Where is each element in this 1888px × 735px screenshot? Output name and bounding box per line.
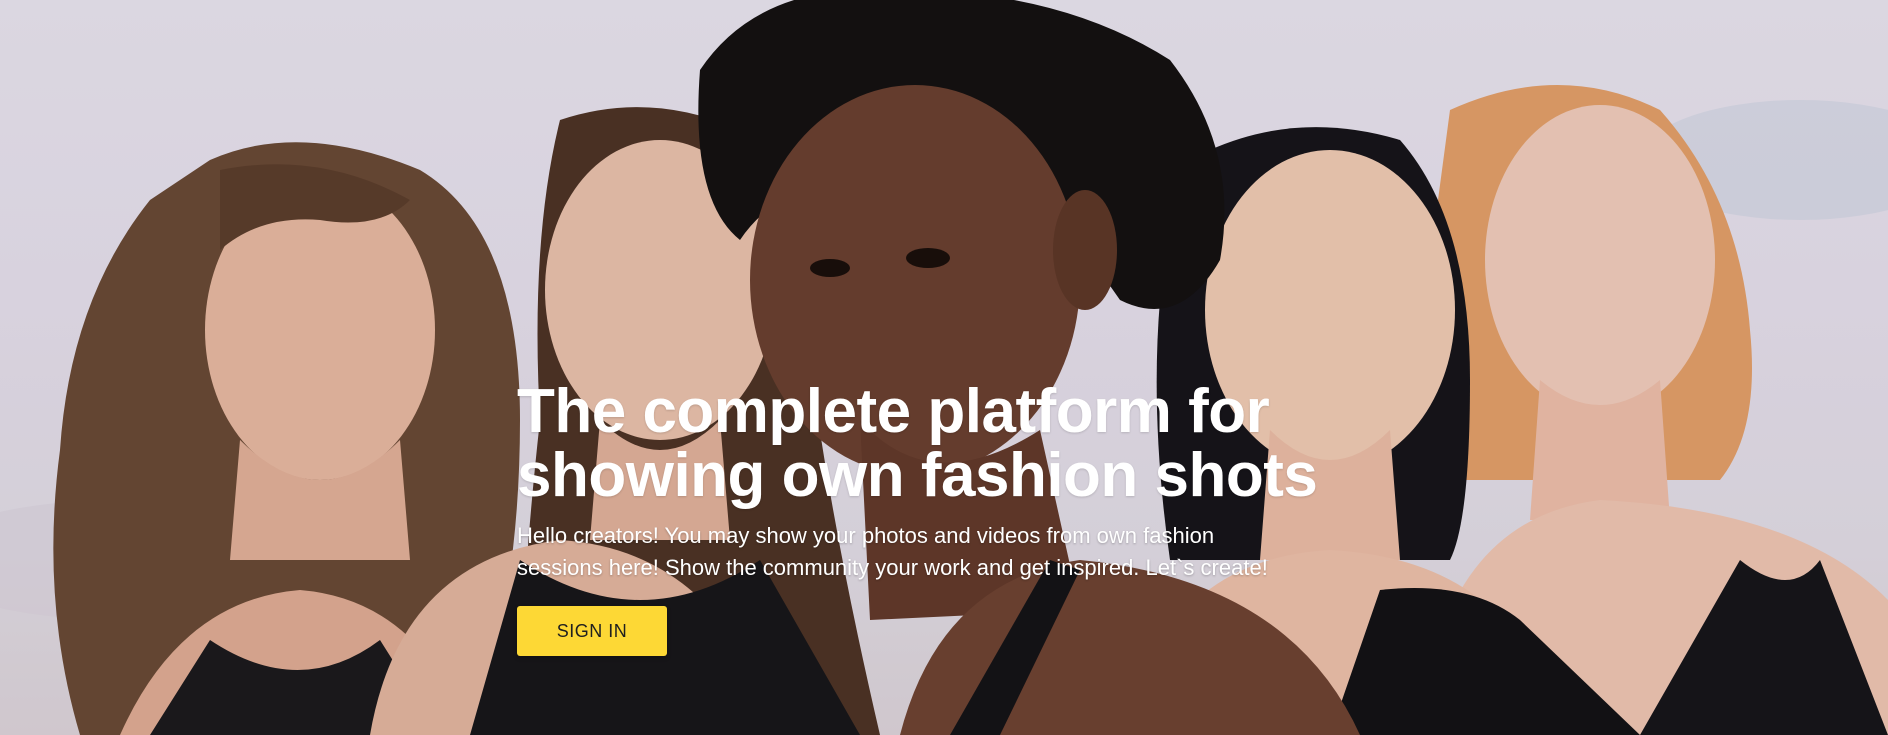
hero-subtext-line-1: Hello creators! You may show your photos… — [517, 523, 1215, 548]
hero-subtext: Hello creators! You may show your photos… — [517, 520, 1397, 584]
hero-headline-line-2: showing own fashion shots — [517, 441, 1318, 510]
hero-subtext-line-2: sessions here! Show the community your w… — [517, 555, 1268, 580]
hero-content: The complete platform for showing own fa… — [517, 380, 1417, 656]
hero-section: The complete platform for showing own fa… — [0, 0, 1888, 735]
hero-headline: The complete platform for showing own fa… — [517, 380, 1417, 508]
sign-in-button[interactable]: SIGN IN — [517, 606, 667, 656]
hero-headline-line-1: The complete platform for — [517, 377, 1270, 446]
